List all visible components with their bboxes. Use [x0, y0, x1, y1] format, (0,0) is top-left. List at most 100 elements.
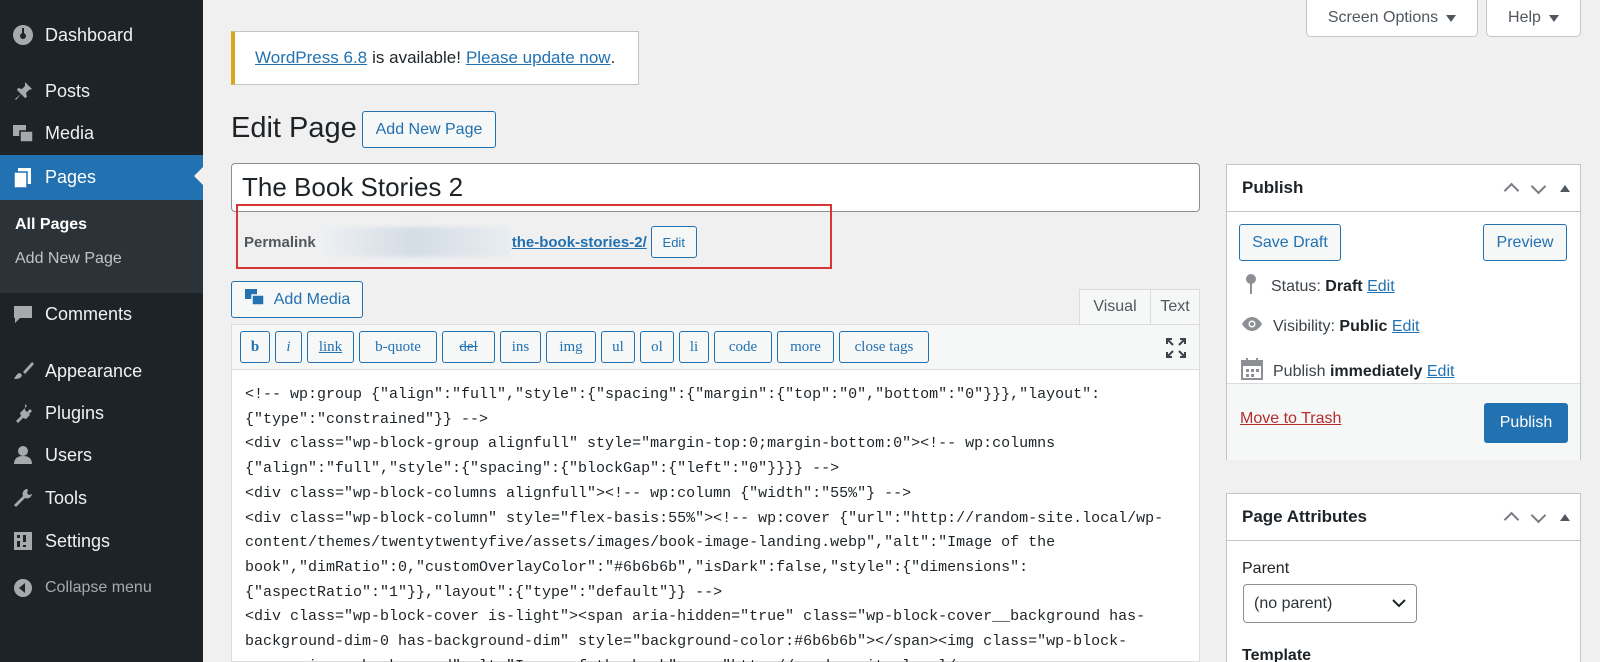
- menu-label: Appearance: [45, 360, 143, 381]
- qt-close-tags-button[interactable]: close tags: [839, 331, 929, 363]
- submenu-all-pages[interactable]: All Pages: [15, 216, 87, 234]
- page-attributes-panel: Page Attributes Parent (no parent) Templ…: [1226, 493, 1581, 662]
- menu-comments[interactable]: Comments: [0, 293, 203, 335]
- menu-users[interactable]: Users: [0, 434, 203, 476]
- menu-dashboard[interactable]: Dashboard: [0, 14, 203, 56]
- caret-down-icon: [1548, 14, 1559, 22]
- parent-select[interactable]: (no parent): [1243, 584, 1417, 623]
- qt-img-button[interactable]: img: [546, 331, 596, 363]
- update-link[interactable]: Please update now: [466, 48, 611, 68]
- page-attributes-header: Page Attributes: [1227, 494, 1580, 541]
- media-icon: [12, 122, 34, 144]
- pages-submenu: All Pages Add New Page: [0, 200, 203, 293]
- qt-italic-button[interactable]: i: [275, 331, 302, 363]
- qt-code-button[interactable]: code: [714, 331, 772, 363]
- collapse-icon: [12, 577, 34, 599]
- notice-text: is available!: [372, 48, 461, 67]
- qt-ol-button[interactable]: ol: [640, 331, 674, 363]
- collapse-menu-button[interactable]: Collapse menu: [0, 568, 203, 608]
- move-up-icon[interactable]: [1503, 511, 1520, 528]
- pin-icon: [12, 80, 34, 102]
- status-label: Status:: [1271, 277, 1321, 295]
- menu-label: Settings: [45, 530, 111, 551]
- menu-posts[interactable]: Posts: [0, 70, 203, 112]
- publish-panel-title: Publish: [1242, 178, 1304, 197]
- help-label: Help: [1508, 9, 1541, 26]
- visibility-row: Visibility: Public Edit: [1241, 316, 1419, 337]
- qt-li-button[interactable]: li: [679, 331, 709, 363]
- eye-icon: [1241, 316, 1263, 337]
- wrench-icon: [12, 487, 34, 509]
- menu-pages[interactable]: Pages: [0, 155, 203, 200]
- menu-tools[interactable]: Tools: [0, 477, 203, 519]
- media-icon: [244, 287, 266, 312]
- qt-link-button[interactable]: link: [307, 331, 354, 363]
- qt-bold-button[interactable]: b: [240, 331, 270, 363]
- menu-label: Posts: [45, 80, 91, 101]
- publish-button[interactable]: Publish: [1484, 403, 1568, 443]
- editor-content-textarea[interactable]: <!-- wp:group {"align":"full","style":{"…: [245, 383, 1185, 662]
- preview-button[interactable]: Preview: [1483, 224, 1567, 261]
- move-up-icon[interactable]: [1503, 182, 1520, 199]
- qt-del-button[interactable]: del: [442, 331, 495, 363]
- quicktags-toolbar: b i link b-quote del ins img ul ol li co…: [232, 325, 1199, 370]
- dashboard-icon: [12, 24, 34, 46]
- pin-icon: [1241, 273, 1261, 300]
- toggle-panel-icon[interactable]: [1560, 184, 1570, 192]
- qt-ul-button[interactable]: ul: [601, 331, 635, 363]
- text-editor: b i link b-quote del ins img ul ol li co…: [231, 324, 1200, 662]
- plug-icon: [12, 402, 34, 424]
- template-label: Template: [1242, 647, 1312, 662]
- status-row: Status: Draft Edit: [1241, 273, 1395, 300]
- collapse-label: Collapse menu: [45, 579, 152, 596]
- menu-appearance[interactable]: Appearance: [0, 350, 203, 392]
- notice-end: .: [610, 48, 616, 67]
- fullscreen-icon[interactable]: [1165, 337, 1187, 359]
- menu-media[interactable]: Media: [0, 112, 203, 154]
- highlight-box: [236, 204, 832, 269]
- settings-icon: [12, 530, 34, 552]
- chevron-down-icon: [1392, 599, 1406, 608]
- add-new-page-button[interactable]: Add New Page: [362, 111, 496, 148]
- menu-label: Media: [45, 122, 95, 143]
- visibility-value: Public: [1339, 317, 1388, 335]
- qt-ins-button[interactable]: ins: [500, 331, 541, 363]
- calendar-icon: [1241, 358, 1263, 385]
- page-title: Edit Page: [231, 112, 357, 144]
- screen-options-label: Screen Options: [1327, 9, 1439, 26]
- caret-down-icon: [1446, 14, 1457, 22]
- screen-options-button[interactable]: Screen Options: [1306, 0, 1478, 37]
- add-media-label: Add Media: [273, 290, 351, 308]
- menu-label: Dashboard: [45, 24, 134, 45]
- update-notice: WordPress 6.8 is available! Please updat…: [231, 31, 639, 85]
- help-button[interactable]: Help: [1486, 0, 1581, 37]
- status-value: Draft: [1325, 277, 1363, 295]
- parent-select-value: (no parent): [1254, 594, 1333, 612]
- brush-icon: [12, 360, 34, 382]
- status-edit-link[interactable]: Edit: [1367, 278, 1395, 295]
- publish-panel-header: Publish: [1227, 165, 1580, 212]
- menu-settings[interactable]: Settings: [0, 520, 203, 562]
- version-link[interactable]: WordPress 6.8: [255, 48, 367, 68]
- comment-icon: [12, 303, 34, 325]
- move-down-icon[interactable]: [1530, 507, 1547, 523]
- move-down-icon[interactable]: [1530, 178, 1547, 194]
- visibility-edit-link[interactable]: Edit: [1392, 318, 1420, 335]
- menu-plugins[interactable]: Plugins: [0, 392, 203, 434]
- qt-more-button[interactable]: more: [777, 331, 834, 363]
- add-media-button[interactable]: Add Media: [231, 281, 363, 318]
- parent-label: Parent: [1242, 560, 1290, 577]
- menu-label: Users: [45, 444, 93, 465]
- move-to-trash-link[interactable]: Move to Trash: [1240, 410, 1341, 428]
- toggle-panel-icon[interactable]: [1560, 513, 1570, 521]
- pages-icon: [12, 167, 34, 189]
- submenu-add-new-page[interactable]: Add New Page: [15, 250, 122, 268]
- tab-visual[interactable]: Visual: [1079, 289, 1151, 325]
- publish-panel: Publish Save Draft Preview Status: Draft…: [1226, 164, 1581, 460]
- page-attributes-title: Page Attributes: [1242, 507, 1368, 526]
- tab-text[interactable]: Text: [1150, 289, 1200, 325]
- menu-label: Tools: [45, 487, 88, 508]
- save-draft-button[interactable]: Save Draft: [1239, 224, 1341, 261]
- publish-edit-link[interactable]: Edit: [1427, 363, 1455, 380]
- qt-bquote-button[interactable]: b-quote: [359, 331, 437, 363]
